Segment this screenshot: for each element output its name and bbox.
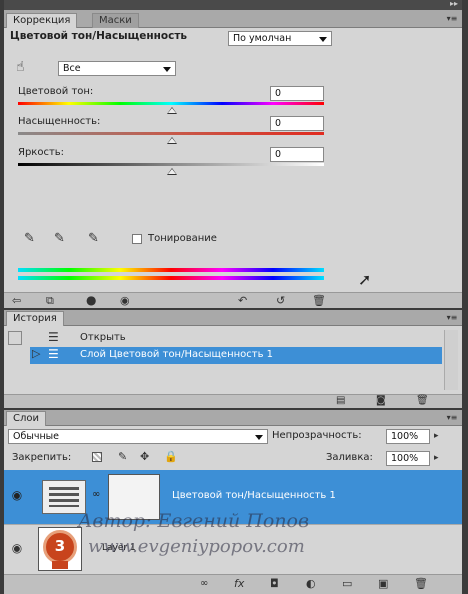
reset-icon[interactable]: ↺ (276, 295, 285, 306)
watermark-url: www.evgeniypopov.com (88, 536, 305, 557)
lightness-label: Яркость: (18, 147, 65, 158)
hue-sat-preview-icon (49, 487, 79, 507)
layers-tabbar: Слои ▾≡ (4, 410, 462, 426)
new-adjustment-icon[interactable]: ◐ (306, 578, 316, 589)
channel-dropdown[interactable]: Все (58, 61, 176, 76)
hue-input[interactable]: 0 (270, 86, 324, 101)
new-document-icon[interactable]: ▤ (336, 396, 345, 406)
history-state-icon: ☰ (48, 330, 59, 344)
view-previous-icon[interactable]: ↶ (238, 295, 247, 306)
saturation-slider-thumb[interactable] (167, 137, 177, 144)
tab-masks[interactable]: Маски (92, 13, 139, 28)
hue-slider-track[interactable] (18, 102, 324, 105)
blend-mode-value: Обычные (13, 431, 60, 442)
spectrum-bar-top (18, 268, 324, 272)
history-snapshot-box (8, 331, 22, 345)
lightness-input[interactable]: 0 (270, 147, 324, 162)
history-item-label: Слой Цветовой тон/Насыщенность 1 (80, 349, 274, 360)
fill-input[interactable]: 100% (386, 451, 430, 466)
trash-icon[interactable]: 🗑 (414, 578, 428, 589)
history-toolbar: ▤ ◙ 🗑 (4, 394, 462, 408)
visibility-eye-icon[interactable]: ◉ (8, 489, 26, 503)
layer-style-fx-icon[interactable]: fx (234, 578, 244, 589)
tab-history[interactable]: История (6, 311, 64, 326)
history-scrollbar[interactable] (444, 330, 458, 390)
add-mask-icon[interactable]: ◘ (270, 578, 279, 589)
history-state-icon: ☰ (48, 347, 59, 361)
top-strip: ▸▸ (4, 0, 462, 10)
layer-thumbnail[interactable]: 3 (38, 527, 82, 571)
collapse-panels-icon[interactable]: ▸▸ (450, 0, 458, 8)
history-brush-marker-icon[interactable]: ▷ (32, 348, 40, 359)
award-medal-icon: 3 (43, 530, 77, 564)
history-tabbar: История ▾≡ (4, 310, 462, 326)
expand-view-icon[interactable]: ⧉ (46, 295, 54, 306)
lightness-slider-thumb[interactable] (167, 168, 177, 175)
chevron-down-icon (319, 37, 327, 42)
lock-transparency-icon[interactable] (92, 452, 102, 462)
saturation-label: Насыщенность: (18, 116, 101, 127)
eyedropper-plus-icon[interactable]: ✎ (54, 232, 65, 245)
chevron-down-icon (163, 67, 171, 72)
snapshot-icon[interactable]: ◙ (376, 396, 386, 406)
chevron-right-icon[interactable]: ▸ (434, 454, 439, 463)
lock-position-icon[interactable]: ✥ (140, 451, 149, 462)
layers-toolbar: ∞ fx ◘ ◐ ▭ ▣ 🗑 (4, 574, 462, 594)
eyedropper-minus-icon[interactable]: ✎ (88, 232, 99, 245)
opacity-input[interactable]: 100% (386, 429, 430, 444)
history-panel: История ▾≡ ☰ Открыть ☰ Слой Цветовой тон… (4, 310, 462, 408)
adjustments-tabbar: Коррекция Маски ▾≡ (4, 10, 462, 28)
layer-name: Цветовой тон/Насыщенность 1 (172, 490, 336, 501)
new-group-icon[interactable]: ▭ (342, 578, 352, 589)
visibility-eye-icon[interactable]: ◉ (120, 295, 130, 306)
lock-pixels-icon[interactable]: ✎ (118, 451, 127, 462)
panel-menu-icon[interactable]: ▾≡ (446, 14, 458, 23)
chevron-down-icon (255, 435, 263, 440)
clip-layer-icon[interactable]: ● (86, 294, 96, 306)
colorize-checkbox[interactable] (132, 234, 142, 244)
adjustment-title: Цветовой тон/Насыщенность (10, 30, 188, 42)
history-item[interactable]: ☰ Открыть (4, 330, 462, 347)
back-arrow-icon[interactable]: ⇦ (12, 295, 21, 306)
link-layers-icon[interactable]: ∞ (200, 579, 208, 589)
hue-slider-thumb[interactable] (167, 107, 177, 114)
panel-menu-icon[interactable]: ▾≡ (446, 413, 458, 422)
tab-adjustments[interactable]: Коррекция (6, 13, 78, 28)
lock-all-icon[interactable]: 🔒 (164, 451, 178, 462)
preset-value: По умолчан (233, 33, 292, 44)
eyedropper-icon[interactable]: ✎ (24, 232, 35, 245)
saturation-slider-track[interactable] (18, 132, 324, 135)
adjustment-layer-icon (42, 480, 86, 514)
trash-icon[interactable]: 🗑 (416, 396, 429, 406)
new-layer-icon[interactable]: ▣ (378, 578, 388, 589)
colorize-label: Тонирование (148, 233, 217, 244)
blend-mode-dropdown[interactable]: Обычные (8, 429, 268, 444)
channel-value: Все (63, 63, 81, 74)
preset-dropdown[interactable]: По умолчан (228, 31, 332, 46)
tab-layers[interactable]: Слои (6, 411, 46, 426)
visibility-eye-icon[interactable]: ◉ (8, 542, 26, 556)
panel-menu-icon[interactable]: ▾≡ (446, 313, 458, 322)
watermark-author: Автор: Евгений Попов (78, 510, 310, 532)
trash-icon[interactable]: 🗑 (312, 295, 326, 306)
history-item-selected[interactable]: ☰ Слой Цветовой тон/Насыщенность 1 (30, 347, 442, 364)
layer-link-icon[interactable]: ∞ (92, 490, 100, 500)
lock-label: Закрепить: (12, 452, 72, 463)
opacity-label: Непрозрачность: (272, 430, 362, 441)
adjustments-panel: Коррекция Маски ▾≡ Цветовой тон/Насыщенн… (4, 10, 462, 308)
hand-adjust-icon[interactable]: ☝ (16, 60, 25, 74)
mouse-cursor-icon: ➚ (358, 270, 372, 289)
award-ribbon-icon (52, 561, 68, 569)
chevron-right-icon[interactable]: ▸ (434, 432, 439, 441)
layers-panel: Слои ▾≡ Обычные Непрозрачность: 100% ▸ З… (4, 410, 462, 594)
saturation-input[interactable]: 0 (270, 116, 324, 131)
spectrum-bar-bottom (18, 276, 324, 280)
lightness-slider-track[interactable] (18, 163, 324, 166)
hue-label: Цветовой тон: (18, 86, 94, 97)
adjustments-toolbar: ⇦ ⧉ ● ◉ ↶ ↺ 🗑 (4, 292, 462, 308)
fill-label: Заливка: (326, 452, 373, 463)
history-item-label: Открыть (80, 332, 126, 343)
